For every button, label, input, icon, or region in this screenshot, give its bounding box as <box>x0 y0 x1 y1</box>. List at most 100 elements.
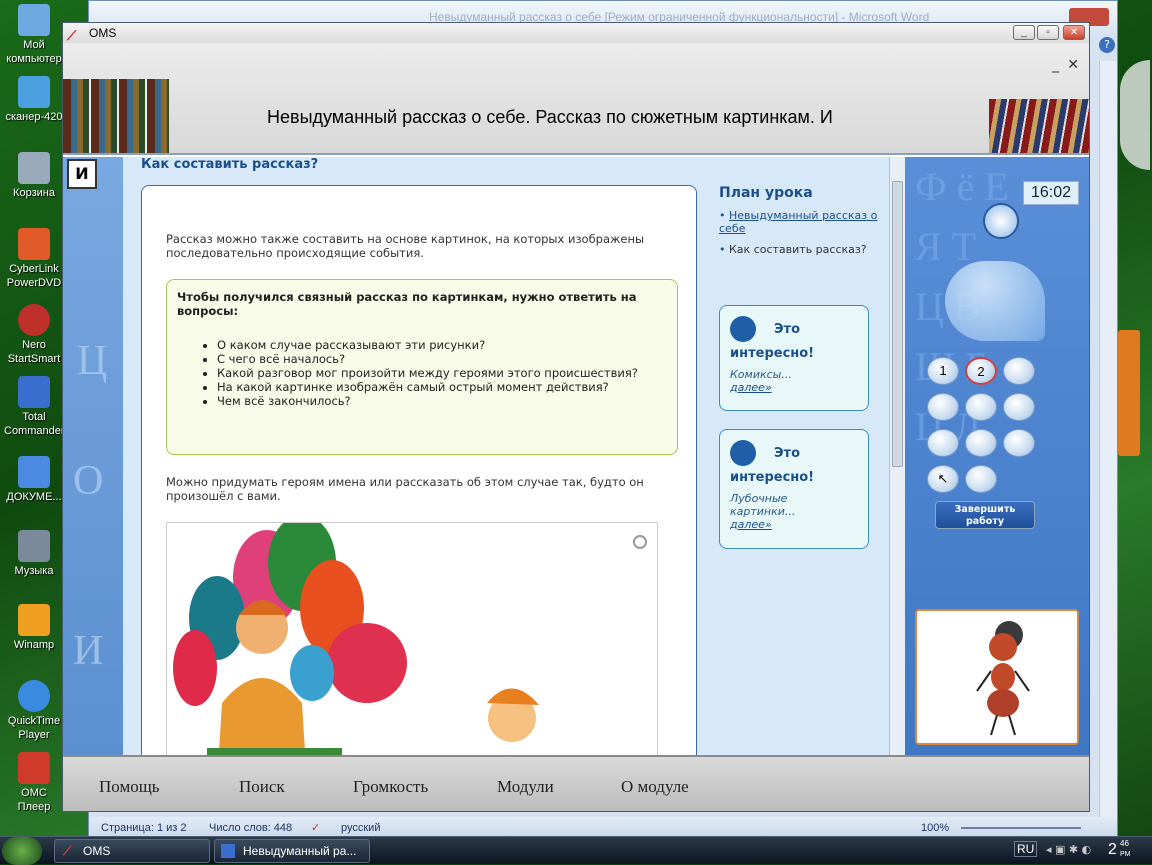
clock-gadget <box>1120 60 1150 170</box>
desktop-icon-label: Total Commander <box>4 411 65 437</box>
plan-item-1[interactable]: • Невыдуманный рассказ о себе <box>719 209 879 235</box>
lesson-plan: План урока • Невыдуманный рассказ о себе… <box>719 185 879 256</box>
letters-decoration: И Ц О И <box>63 157 123 755</box>
lesson-header: Невыдуманный рассказ о себе. Рассказ по … <box>63 43 1089 155</box>
help-menu-button[interactable]: Помощь <box>99 777 160 797</box>
lesson-body: И Ц О И Как составить рассказ? Рассказ м… <box>63 157 1089 755</box>
card-more-link[interactable]: далее» <box>730 381 772 394</box>
interesting-card-lubok[interactable]: Это интересно! Лубочные картинки... далее… <box>719 429 869 549</box>
desktop-icon-recycle-bin[interactable]: Корзина <box>4 152 64 200</box>
bullet-icon: • <box>719 209 726 222</box>
module-button-3[interactable] <box>1003 357 1035 385</box>
finish-work-button[interactable]: Завершить работу <box>935 501 1035 529</box>
documents-icon <box>18 456 50 488</box>
desktop-icon-music[interactable]: Музыка <box>4 530 64 578</box>
desktop-icon-scanner[interactable]: сканер-420 <box>4 76 64 124</box>
deco-letter: О <box>73 458 104 504</box>
module-button-6[interactable] <box>1003 393 1035 421</box>
desktop-icon-total-commander[interactable]: Total Commander <box>4 376 65 438</box>
language-indicator[interactable]: RU <box>1014 841 1038 857</box>
desktop-icon-label: Nero StartSmart <box>7 339 61 365</box>
taskbar-item-oms[interactable]: ⟋ OMS <box>54 839 210 863</box>
desktop-icon-quicktime[interactable]: QuickTime Player <box>4 680 64 742</box>
module-button-9[interactable] <box>1003 429 1035 457</box>
module-button-4[interactable] <box>927 393 959 421</box>
word-vertical-scrollbar[interactable] <box>1099 61 1117 821</box>
module-button-10[interactable] <box>965 465 997 493</box>
desktop-icon-powerdvd[interactable]: CyberLink PowerDVD <box>4 228 64 290</box>
minimize-button[interactable]: _ <box>1013 25 1035 40</box>
outro-paragraph: Можно придумать героям имена или рассказ… <box>166 475 644 503</box>
plan-link[interactable]: Невыдуманный рассказ о себе <box>719 209 877 235</box>
desktop-icon-label: сканер-420 <box>5 111 63 123</box>
list-item: С чего всё началось? <box>217 352 663 366</box>
powerdvd-icon <box>18 228 50 260</box>
scroll-thumb[interactable] <box>892 181 903 467</box>
books-left-image <box>63 79 169 153</box>
list-item: На какой картинке изображён самый острый… <box>217 380 663 394</box>
taskbar-clock[interactable]: 2 46 <box>1108 839 1129 859</box>
computer-icon <box>18 4 50 36</box>
plan-item-2: • Как составить рассказ? <box>719 243 879 256</box>
desktop-icon-winamp[interactable]: Winamp <box>4 604 64 652</box>
module-button-8[interactable] <box>965 429 997 457</box>
module-button-5[interactable] <box>965 393 997 421</box>
card-description: Комиксы... далее» <box>730 368 792 394</box>
volume-menu-button[interactable]: Громкость <box>353 777 428 797</box>
desktop-icon-label: QuickTime Player <box>7 715 61 741</box>
nero-icon <box>18 304 50 336</box>
taskbar: ⟋ OMS Невыдуманный ра... RU ◂ ▣ ✱ ◐ 2 46 … <box>0 836 1152 865</box>
start-button[interactable] <box>2 837 42 865</box>
card-more-link[interactable]: далее» <box>730 518 772 531</box>
lesson-content: Как составить рассказ? Рассказ можно так… <box>123 157 889 755</box>
plan-title: План урока <box>719 185 813 201</box>
content-scrollbar[interactable] <box>889 157 905 755</box>
tray-icons[interactable]: ◂ ▣ ✱ ◐ <box>1046 843 1102 857</box>
phone-handset-icon <box>945 261 1045 341</box>
zoom-icon[interactable] <box>633 535 647 549</box>
timer-knob-icon[interactable] <box>983 203 1019 239</box>
hand-icon <box>730 440 756 466</box>
modules-menu-button[interactable]: Модули <box>497 777 554 797</box>
quicktime-icon <box>18 680 50 712</box>
zoom-slider[interactable] <box>961 827 1081 829</box>
list-item: О каком случае рассказывают эти рисунки? <box>217 338 663 352</box>
module-button-7[interactable] <box>927 429 959 457</box>
desktop-icon-nero[interactable]: Nero StartSmart <box>4 304 64 366</box>
oms-title-bar: ⟋ OMS _ ▫ ✕ <box>63 23 1089 43</box>
deco-letter: Ц <box>77 338 108 384</box>
about-menu-button[interactable]: О модуле <box>621 777 689 797</box>
questions-box: Чтобы получился связный рассказ по карти… <box>166 279 678 455</box>
main-card: Рассказ можно также составить на основе … <box>141 185 697 755</box>
taskbar-item-label: Невыдуманный ра... <box>243 844 357 858</box>
card-title: интересно! <box>730 470 815 485</box>
header-minimize-button[interactable]: _ <box>1052 57 1059 73</box>
taskbar-item-word[interactable]: Невыдуманный ра... <box>214 839 370 863</box>
search-menu-button[interactable]: Поиск <box>239 777 285 797</box>
module-button-2[interactable]: 2 <box>965 357 997 385</box>
list-item: Чем всё закончилось? <box>217 394 663 408</box>
recycle-bin-icon <box>18 152 50 184</box>
questions-list: О каком случае рассказывают эти рисунки?… <box>217 338 663 408</box>
hand-icon <box>730 316 756 342</box>
cursor-button[interactable]: ↖ <box>927 465 959 493</box>
desktop-icon-documents[interactable]: ДОКУМЕ... <box>4 456 64 504</box>
close-button[interactable]: ✕ <box>1063 25 1085 40</box>
desktop-icon-oms-player[interactable]: ОМС Плеер <box>4 752 64 814</box>
control-panel: Ф ё ЕЯ ТЦ ВШ БЦ Л 16:02 1 2 ↖ Завершить … <box>905 157 1089 755</box>
lesson-timer: 16:02 <box>1023 181 1079 205</box>
card-description: Лубочные картинки... далее» <box>730 492 796 531</box>
maximize-button[interactable]: ▫ <box>1037 25 1059 40</box>
desktop-icon-computer[interactable]: Мой компьютер <box>4 4 64 66</box>
header-close-button[interactable]: ✕ <box>1067 57 1079 73</box>
word-document-icon <box>221 844 235 858</box>
story-picture[interactable] <box>166 522 658 755</box>
desktop-icon-label: ДОКУМЕ... <box>6 491 62 503</box>
desktop-icon-label: ОМС Плеер <box>17 787 51 813</box>
balloons-illustration <box>173 523 539 755</box>
interesting-card-comics[interactable]: Это интересно! Комиксы... далее» <box>719 305 869 411</box>
help-icon[interactable]: ? <box>1099 37 1115 53</box>
oms-player-icon <box>18 752 50 784</box>
ant-character-illustration <box>976 621 1030 736</box>
module-button-1[interactable]: 1 <box>927 357 959 385</box>
